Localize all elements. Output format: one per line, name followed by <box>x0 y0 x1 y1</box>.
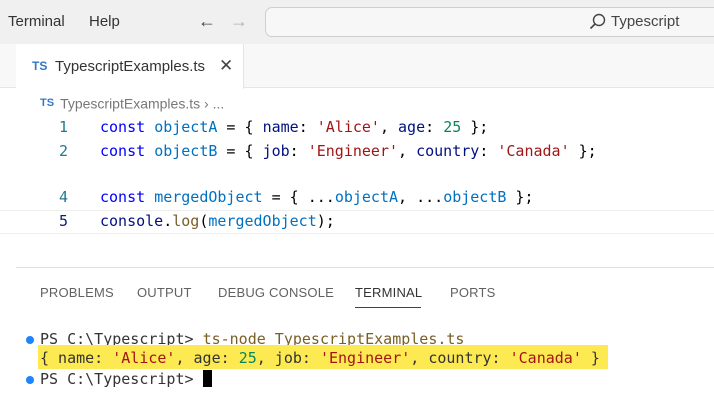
line-number: 2 <box>58 142 68 160</box>
tab-output[interactable]: OUTPUT <box>137 285 192 300</box>
terminal-prompt-line[interactable]: PS C:\Typescript> <box>40 370 212 388</box>
tab-ports[interactable]: PORTS <box>450 285 496 300</box>
code-line[interactable]: const objectB = { job: 'Engineer', count… <box>100 142 597 160</box>
search-label: Typescript <box>611 13 680 30</box>
tab-terminal[interactable]: TERMINAL <box>355 285 422 300</box>
line-number: 1 <box>58 118 68 136</box>
line-number: 4 <box>58 188 68 206</box>
menu-terminal[interactable]: Terminal <box>8 13 65 30</box>
command-status-dot-icon[interactable] <box>26 336 34 344</box>
forward-arrow-icon[interactable]: → <box>230 11 248 31</box>
chevron-right-icon: › <box>204 95 209 112</box>
tab-problems[interactable]: PROBLEMS <box>40 285 114 300</box>
back-arrow-icon[interactable]: ← <box>198 11 216 31</box>
active-tab-indicator <box>355 307 421 308</box>
tab-label: TypescriptExamples.ts <box>55 58 206 75</box>
code-line[interactable]: const objectA = { name: 'Alice', age: 25… <box>100 118 488 136</box>
breadcrumb: TS TypescriptExamples.ts › ... <box>40 94 224 112</box>
tab-debug-console[interactable]: DEBUG CONSOLE <box>218 285 334 300</box>
command-status-dot-icon[interactable] <box>26 376 34 384</box>
line-number: 5 <box>58 212 68 230</box>
code-line[interactable]: const mergedObject = { ...objectA, ...ob… <box>100 188 534 206</box>
breadcrumb-file[interactable]: TypescriptExamples.ts <box>60 95 200 111</box>
breadcrumb-ellipsis[interactable]: ... <box>213 95 225 111</box>
close-icon[interactable]: ✕ <box>219 57 233 74</box>
menu-help[interactable]: Help <box>89 13 120 30</box>
terminal-output-line: { name: 'Alice', age: 25, job: 'Engineer… <box>40 349 600 367</box>
panel-divider <box>16 267 714 268</box>
terminal-cursor <box>202 370 212 387</box>
typescript-file-icon: TS <box>40 97 55 110</box>
search-icon <box>589 13 606 30</box>
code-line[interactable]: console.log(mergedObject); <box>100 212 335 230</box>
tab-typescript-examples[interactable]: TS TypescriptExamples.ts ✕ <box>16 44 244 89</box>
typescript-file-icon: TS <box>32 59 48 73</box>
